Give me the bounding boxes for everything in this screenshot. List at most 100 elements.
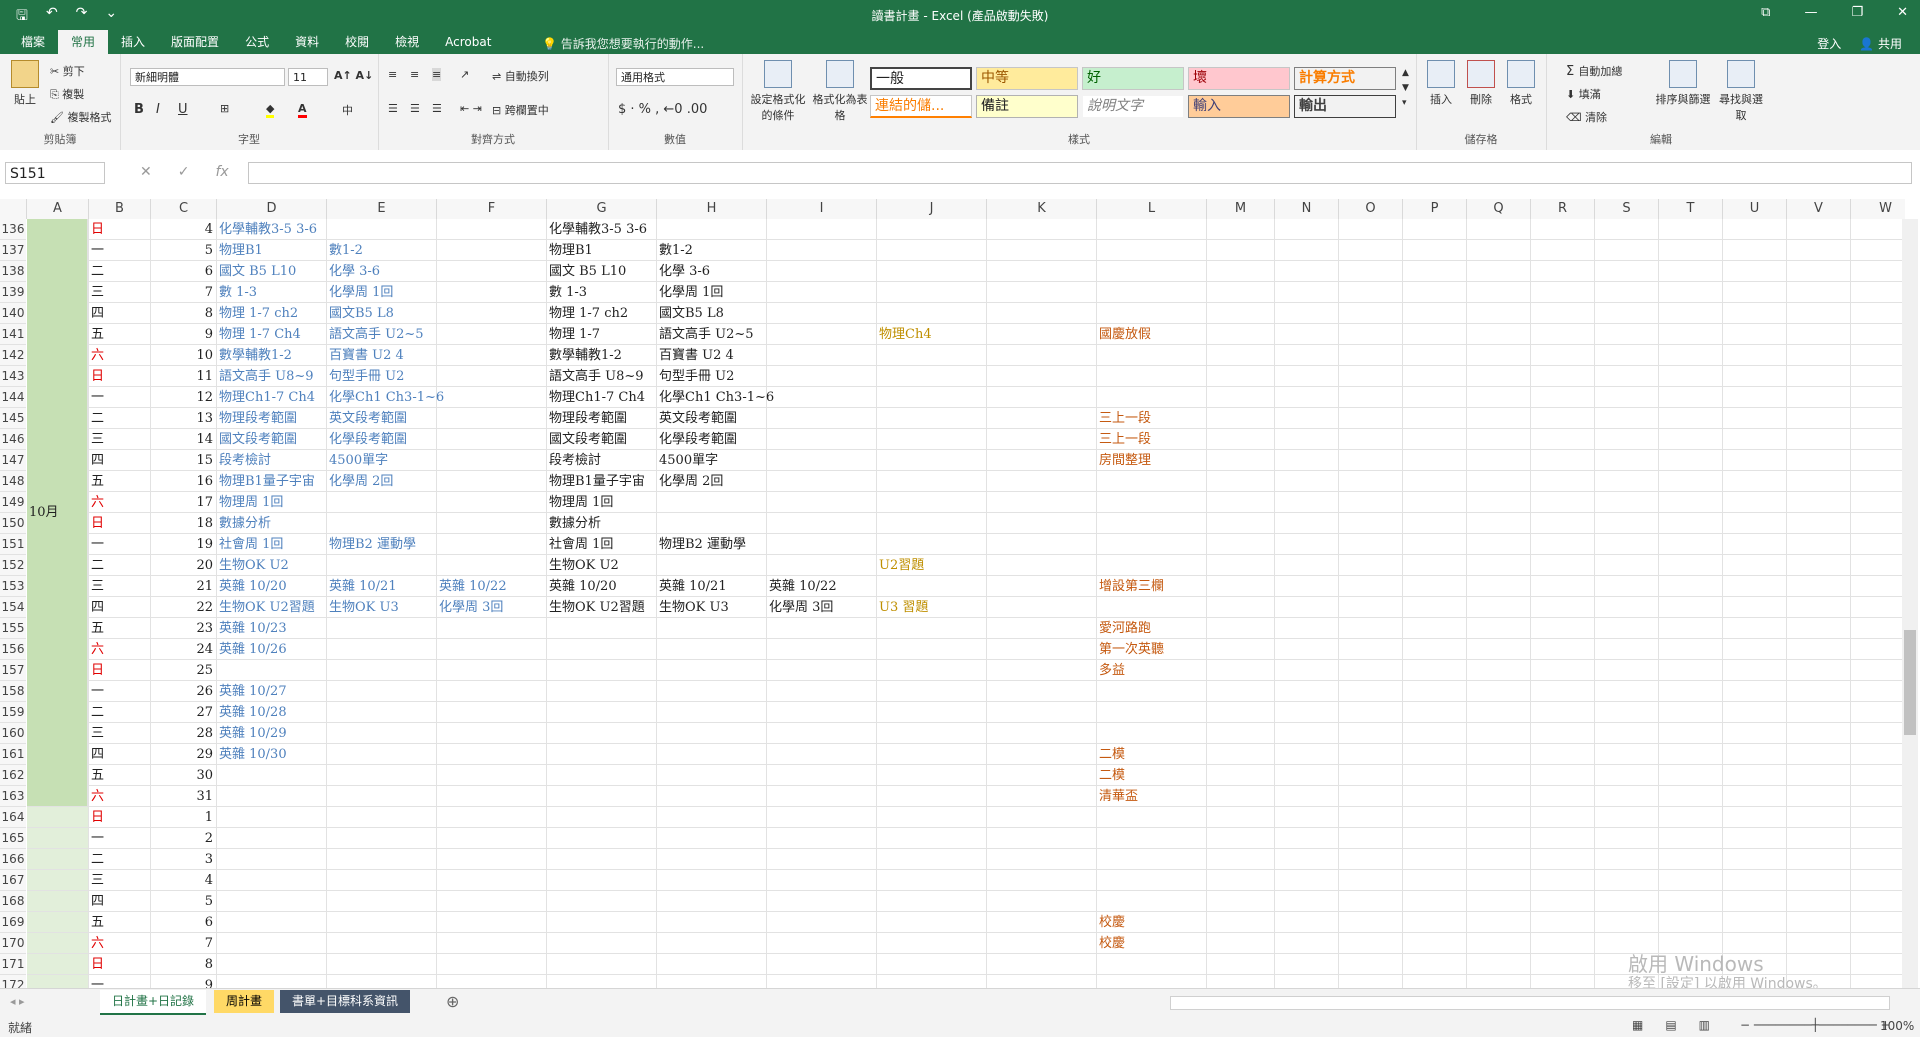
cell-c[interactable]: 7 — [151, 282, 217, 303]
cell-empty[interactable] — [1851, 681, 1905, 702]
cell-g[interactable]: 語文高手 U8~9 — [547, 366, 657, 387]
cell-empty[interactable] — [1339, 555, 1403, 576]
cell-d[interactable]: 英雜 10/30 — [217, 744, 327, 765]
cell-f[interactable] — [437, 387, 547, 408]
cell-empty[interactable] — [1403, 429, 1467, 450]
cell-k[interactable] — [987, 870, 1097, 891]
cell-l[interactable] — [1097, 345, 1207, 366]
cell-empty[interactable] — [1723, 324, 1787, 345]
cell-g[interactable]: 物理周 1回 — [547, 492, 657, 513]
cell-empty[interactable] — [1659, 828, 1723, 849]
cell-k[interactable] — [987, 366, 1097, 387]
cell-empty[interactable] — [1851, 891, 1905, 912]
cell-k[interactable] — [987, 744, 1097, 765]
cell-j[interactable] — [877, 681, 987, 702]
cell-empty[interactable] — [1723, 261, 1787, 282]
cell-l[interactable] — [1097, 828, 1207, 849]
cell-g[interactable] — [547, 765, 657, 786]
month-merged-cell[interactable]: 10月 — [27, 219, 88, 806]
cell-empty[interactable] — [1723, 597, 1787, 618]
cell-empty[interactable] — [1787, 912, 1851, 933]
align-top-icon[interactable]: ≡ — [388, 68, 397, 81]
cell-b[interactable]: 一 — [89, 828, 151, 849]
cell-empty[interactable] — [1723, 240, 1787, 261]
cell-empty[interactable] — [1403, 555, 1467, 576]
cut-button[interactable]: ✂ 剪下 — [50, 63, 85, 79]
column-header[interactable]: S — [1595, 199, 1659, 219]
cell-j[interactable]: U2習題 — [877, 555, 987, 576]
cell-empty[interactable] — [1659, 345, 1723, 366]
cell-empty[interactable] — [1275, 513, 1339, 534]
restore-icon[interactable]: ❐ — [1851, 5, 1863, 20]
row-header[interactable]: 155 — [0, 618, 26, 639]
cell-f[interactable] — [437, 408, 547, 429]
cell-c[interactable]: 10 — [151, 345, 217, 366]
wrap-text-button[interactable]: ⇌ 自動換列 — [492, 68, 549, 84]
row-header[interactable]: 161 — [0, 744, 26, 765]
cell-empty[interactable] — [1851, 597, 1905, 618]
cell-empty[interactable] — [1851, 702, 1905, 723]
cell-empty[interactable] — [1659, 576, 1723, 597]
cell-f[interactable] — [437, 744, 547, 765]
column-header[interactable]: D — [217, 199, 327, 219]
cell-b[interactable]: 五 — [89, 324, 151, 345]
cell-g[interactable] — [547, 828, 657, 849]
cell-empty[interactable] — [1467, 345, 1531, 366]
cell-b[interactable]: 六 — [89, 345, 151, 366]
cell-h[interactable]: 化學 3-6 — [657, 261, 767, 282]
cell-c[interactable]: 6 — [151, 261, 217, 282]
cell-empty[interactable] — [1787, 471, 1851, 492]
style-note[interactable]: 備註 — [976, 95, 1078, 118]
cell-empty[interactable] — [1403, 807, 1467, 828]
cell-b[interactable]: 二 — [89, 849, 151, 870]
cell-h[interactable] — [657, 492, 767, 513]
cell-i[interactable] — [767, 786, 877, 807]
cell-k[interactable] — [987, 282, 1097, 303]
cell-j[interactable] — [877, 345, 987, 366]
cell-empty[interactable] — [1851, 723, 1905, 744]
column-header[interactable]: Q — [1467, 199, 1531, 219]
row-header[interactable]: 142 — [0, 345, 26, 366]
cell-b[interactable]: 一 — [89, 681, 151, 702]
cell-empty[interactable] — [1851, 429, 1905, 450]
cell-e[interactable] — [327, 891, 437, 912]
cell-empty[interactable] — [1787, 261, 1851, 282]
cell-empty[interactable] — [1787, 240, 1851, 261]
cell-j[interactable] — [877, 744, 987, 765]
cell-empty[interactable] — [1207, 681, 1275, 702]
cell-empty[interactable] — [1723, 702, 1787, 723]
cell-empty[interactable] — [1207, 303, 1275, 324]
cell-empty[interactable] — [1851, 786, 1905, 807]
cell-empty[interactable] — [1851, 303, 1905, 324]
cell-i[interactable] — [767, 723, 877, 744]
cell-empty[interactable] — [1339, 954, 1403, 975]
cell-b[interactable]: 日 — [89, 660, 151, 681]
vertical-scroll-thumb[interactable] — [1904, 630, 1916, 735]
cell-empty[interactable] — [1275, 912, 1339, 933]
cell-empty[interactable] — [1787, 765, 1851, 786]
cell-f[interactable] — [437, 240, 547, 261]
cell-empty[interactable] — [1339, 765, 1403, 786]
cell-empty[interactable] — [1595, 744, 1659, 765]
cell-empty[interactable] — [1467, 408, 1531, 429]
cell-i[interactable] — [767, 324, 877, 345]
cell-empty[interactable] — [1659, 702, 1723, 723]
number-format-combo[interactable]: 通用格式 — [616, 68, 734, 86]
cell-a[interactable] — [27, 870, 89, 891]
cell-empty[interactable] — [1339, 471, 1403, 492]
cell-h[interactable] — [657, 513, 767, 534]
cell-k[interactable] — [987, 492, 1097, 513]
cell-empty[interactable] — [1275, 744, 1339, 765]
cell-g[interactable]: 物理B1 — [547, 240, 657, 261]
cell-c[interactable]: 9 — [151, 324, 217, 345]
tab-formulas[interactable]: 公式 — [232, 30, 282, 54]
cell-k[interactable] — [987, 723, 1097, 744]
cell-i[interactable] — [767, 933, 877, 954]
cell-empty[interactable] — [1787, 597, 1851, 618]
row-header[interactable]: 162 — [0, 765, 26, 786]
cell-c[interactable]: 6 — [151, 912, 217, 933]
cell-empty[interactable] — [1207, 555, 1275, 576]
cell-empty[interactable] — [1403, 849, 1467, 870]
cell-empty[interactable] — [1531, 471, 1595, 492]
cell-empty[interactable] — [1723, 366, 1787, 387]
